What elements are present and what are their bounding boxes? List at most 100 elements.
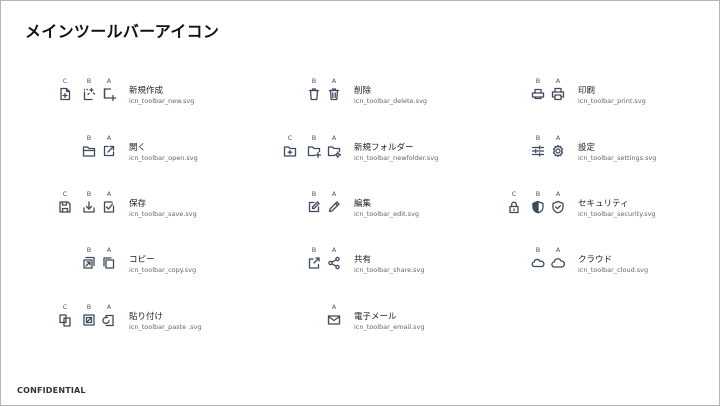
icon-variant: B (530, 77, 546, 107)
icon-variant: A (101, 190, 117, 220)
variant-letter: A (331, 134, 337, 142)
save-download-icon (83, 201, 95, 213)
slide-frame: メインツールバーアイコン C B A 新規作成 icn_toolbar_new.svg B… (0, 0, 720, 406)
variant-letter: B (311, 246, 317, 254)
variant-letter: B (86, 134, 92, 142)
printer-icon (551, 87, 565, 101)
icon-label: 共有 (354, 255, 372, 265)
icon-variant: A (101, 134, 117, 164)
icon-variant: B (530, 246, 546, 276)
icon-label: コピー (129, 255, 155, 265)
icon-filename: icn_toolbar_cloud.svg (578, 266, 649, 274)
shield-half-icon (532, 200, 544, 214)
icon-variant: A (326, 134, 342, 164)
paste-rotate-icon (102, 314, 114, 327)
variant-letter: C (62, 190, 68, 198)
icon-variant: B (81, 246, 97, 276)
icon-variant: A (326, 77, 342, 107)
variant-letter: B (311, 77, 317, 85)
folder-plus-box-icon (283, 146, 297, 157)
icon-variant: C (57, 190, 73, 220)
icon-filename: icn_toolbar_paste .svg (129, 323, 202, 331)
icon-variant: A (550, 190, 566, 220)
cloud-icon (551, 258, 565, 268)
icon-label: 保存 (129, 199, 147, 209)
icon-variant: B (81, 190, 97, 220)
icon-variant: A (101, 246, 117, 276)
icon-variant: C (282, 134, 298, 164)
variant-letter: A (106, 190, 112, 198)
variant-letter: B (86, 246, 92, 254)
variant-letter: A (106, 246, 112, 254)
icon-label: 削除 (354, 86, 372, 96)
icon-label: 電子メール (354, 312, 397, 322)
pencil-icon (328, 201, 340, 213)
variant-letter: C (511, 190, 517, 198)
variant-letter: A (555, 246, 561, 254)
variant-letter: B (535, 77, 541, 85)
edit-square-icon (308, 201, 320, 213)
icon-filename: icn_toolbar_security.svg (578, 210, 656, 218)
icon-variant: B (530, 134, 546, 164)
copy-pages-icon (103, 257, 115, 269)
icon-variant: A (326, 303, 342, 333)
icon-variant: B (306, 190, 322, 220)
variant-letter: A (555, 77, 561, 85)
icon-label: クラウド (578, 255, 613, 265)
trash-icon (308, 88, 320, 101)
icon-variant: A (101, 77, 117, 107)
variant-letter: A (331, 190, 337, 198)
variant-letter: A (331, 77, 337, 85)
trash-lines-icon (328, 88, 340, 101)
variant-letter: A (331, 246, 337, 254)
paste-pages-icon (59, 314, 71, 327)
icon-variant: A (326, 246, 342, 276)
cloud-small-icon (531, 258, 545, 268)
icon-filename: icn_toolbar_newfolder.svg (354, 154, 439, 162)
icon-label: 貼り付け (129, 312, 164, 322)
icon-filename: icn_toolbar_email.svg (354, 323, 425, 331)
icon-label: 編集 (354, 199, 372, 209)
icon-filename: icn_toolbar_new.svg (129, 97, 195, 105)
variant-letter: A (106, 77, 112, 85)
open-folder-icon (82, 146, 96, 157)
variant-letter: B (311, 190, 317, 198)
share-nodes-icon (328, 256, 340, 270)
icon-variant: A (550, 246, 566, 276)
icon-filename: icn_toolbar_edit.svg (354, 210, 419, 218)
icon-variant: B (81, 303, 97, 333)
paste-arrow-icon (83, 314, 95, 326)
icon-variant: B (81, 134, 97, 164)
printer-flat-icon (531, 88, 545, 100)
variant-letter: A (555, 190, 561, 198)
share-box-icon (308, 257, 320, 269)
icon-label: セキュリティ (578, 199, 629, 209)
icon-label: 新規作成 (129, 86, 164, 96)
mail-icon (327, 315, 341, 325)
save-check-icon (103, 201, 115, 213)
shield-check-icon (552, 200, 564, 214)
icon-variant: C (57, 77, 73, 107)
icon-filename: icn_toolbar_copy.svg (129, 266, 197, 274)
icon-variant: C (506, 190, 522, 220)
icon-variant: B (306, 77, 322, 107)
variant-letter: C (62, 77, 68, 85)
open-external-icon (103, 145, 115, 157)
icon-filename: icn_toolbar_print.svg (578, 97, 646, 105)
variant-letter: C (287, 134, 293, 142)
icon-variant: B (530, 190, 546, 220)
variant-letter: A (106, 134, 112, 142)
variant-letter: B (86, 190, 92, 198)
icon-variant: A (326, 190, 342, 220)
folder-plus-icon (307, 146, 321, 158)
icon-label: 新規フォルダー (354, 143, 414, 153)
folder-sparkle-icon (327, 146, 341, 158)
variant-letter: B (86, 77, 92, 85)
icon-label: 印刷 (578, 86, 596, 96)
variant-letter: B (86, 303, 92, 311)
variant-letter: A (555, 134, 561, 142)
icon-filename: icn_toolbar_settings.svg (578, 154, 657, 162)
icon-variant: B (306, 246, 322, 276)
variant-letter: B (535, 246, 541, 254)
lock-icon (509, 201, 519, 214)
